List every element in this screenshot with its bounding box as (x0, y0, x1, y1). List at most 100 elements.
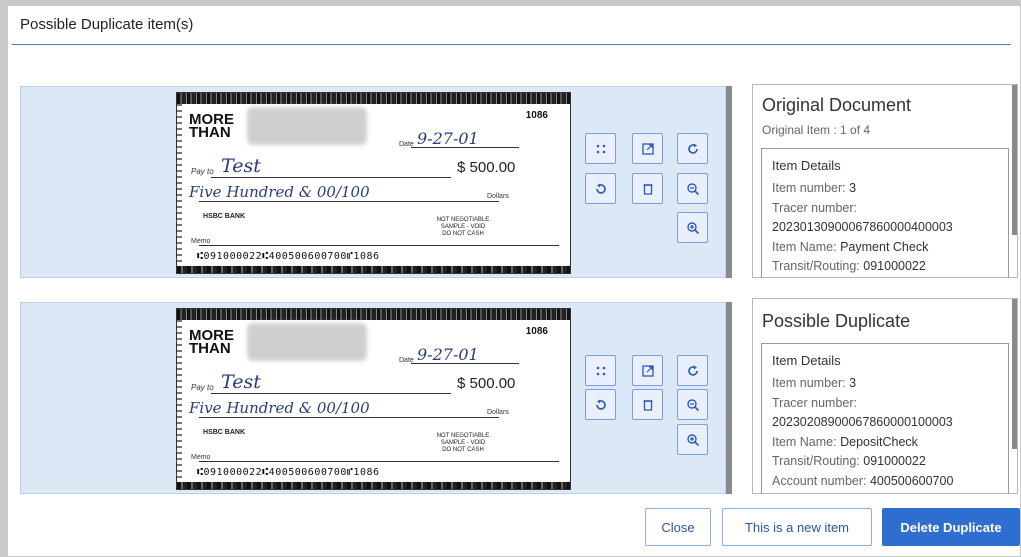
item-number-label: Item number: (772, 376, 846, 390)
rotate-left-icon (595, 399, 606, 410)
possible-duplicate-panel: Possible Duplicate Item Details Item num… (752, 298, 1018, 494)
original-row-scrollbar[interactable] (726, 86, 732, 278)
words-line (199, 417, 499, 418)
original-check-image: MORE THAN 1086 Date 9-27-01 Pay to Test … (176, 92, 571, 274)
zoom-out-button[interactable] (677, 389, 708, 420)
zoom-in-icon (686, 221, 699, 234)
check-logo: MORE THAN (189, 327, 234, 357)
item-number-label: Item number: (772, 181, 846, 195)
duplicate-panel-title: Possible Duplicate (762, 311, 911, 331)
duplicate-item-details: Item Details Item number: 3 Tracer numbe… (761, 343, 1009, 493)
open-icon (641, 142, 654, 155)
fit-icon (596, 144, 605, 153)
tracer-value: 20230208900067860000100003 (772, 415, 953, 429)
close-button[interactable]: Close (645, 508, 711, 546)
rotate-left-icon (595, 183, 606, 194)
original-panel-scrollbar[interactable] (1012, 85, 1017, 235)
duplicate-panel-scrollbar[interactable] (1012, 299, 1017, 449)
check-amount: $ 500.00 (457, 375, 516, 392)
routing-label: Transit/Routing: (772, 454, 860, 468)
payee-label: Pay to (191, 167, 214, 176)
check-amount: $ 500.00 (457, 159, 516, 176)
routing-row: Transit/Routing: 091000022 (762, 257, 1008, 277)
original-panel-title: Original Document (762, 95, 912, 115)
payee-line (211, 177, 451, 178)
account-label: Account number: (772, 473, 867, 488)
rotate-right-button[interactable] (677, 133, 708, 164)
check-payee: Test (221, 371, 261, 393)
void-stamp: NOT NEGOTIABLE SAMPLE - VOID DO NOT CASH (436, 217, 490, 237)
tracer-label: Tracer number: (772, 200, 857, 215)
delete-icon (643, 399, 652, 411)
check-logo: MORE THAN (189, 111, 234, 141)
rotate-left-button[interactable] (585, 173, 616, 204)
zoom-in-button[interactable] (677, 212, 708, 243)
check-number: 1086 (525, 110, 548, 121)
check-date: 9-27-01 (417, 129, 479, 148)
delete-page-button[interactable] (632, 389, 663, 420)
rotate-right-button[interactable] (677, 355, 708, 386)
memo-line (199, 461, 559, 462)
check-date: 9-27-01 (417, 345, 479, 364)
check-perforation (177, 320, 182, 482)
rotate-left-button[interactable] (585, 389, 616, 420)
check-perforation (177, 104, 182, 266)
open-button[interactable] (632, 355, 663, 386)
duplicate-row-scrollbar[interactable] (726, 302, 732, 494)
check-top-band (177, 93, 570, 104)
open-button[interactable] (632, 133, 663, 164)
zoom-out-button[interactable] (677, 173, 708, 204)
zoom-out-icon (686, 398, 699, 411)
check-payee: Test (221, 155, 261, 177)
payee-line (211, 393, 451, 394)
routing-value: 091000022 (863, 454, 926, 468)
check-top-band (177, 309, 570, 320)
zoom-out-icon (686, 182, 699, 195)
duplicate-check-image: MORE THAN 1086 Date 9-27-01 Pay to Test … (176, 308, 571, 490)
item-number-row: Item number: 3 (762, 374, 1008, 394)
tracer-value: 20230130900067860000400003 (772, 220, 953, 234)
item-name-value: Payment Check (840, 239, 929, 254)
account-value: 400500600700 (869, 473, 954, 488)
bank-name: HSBC BANK (203, 213, 245, 220)
tracer-label: Tracer number: (772, 395, 857, 410)
dialog-title: Possible Duplicate item(s) (20, 16, 194, 33)
words-line (199, 201, 499, 202)
routing-row: Transit/Routing: 091000022 (762, 452, 1008, 472)
check-number: 1086 (525, 326, 548, 337)
check-bottom-band (177, 266, 570, 273)
memo-line (199, 245, 559, 246)
account-row: Account number: 400500600700 (762, 472, 1008, 492)
item-name-label: Item Name: (772, 434, 837, 449)
rotate-right-icon (687, 365, 698, 376)
void-stamp: NOT NEGOTIABLE SAMPLE - VOID DO NOT CASH (436, 433, 490, 453)
fit-button[interactable] (585, 355, 616, 386)
item-name-row: Item Name: DepositCheck (762, 433, 1008, 453)
micr-line: ⑆091000022⑆400500600700⑈1086 (197, 251, 380, 262)
routing-value: 091000022 (863, 259, 926, 273)
original-document-panel: Original Document Original Item : 1 of 4… (752, 84, 1018, 278)
details-header: Item Details (772, 353, 841, 368)
title-divider (12, 44, 1011, 45)
zoom-in-button[interactable] (677, 424, 708, 455)
payee-label: Pay to (191, 383, 214, 392)
micr-line: ⑆091000022⑆400500600700⑈1086 (197, 467, 380, 478)
check-bottom-band (177, 482, 570, 489)
fit-icon (596, 366, 605, 375)
rotate-right-icon (687, 143, 698, 154)
zoom-in-icon (686, 433, 699, 446)
date-line (411, 363, 519, 364)
memo-label: Memo (191, 238, 211, 245)
duplicate-check-row: MORE THAN 1086 Date 9-27-01 Pay to Test … (20, 302, 726, 494)
bank-name: HSBC BANK (203, 429, 245, 436)
item-number-value: 3 (849, 376, 857, 390)
delete-page-button[interactable] (632, 173, 663, 204)
original-item-counter: Original Item : 1 of 4 (762, 123, 871, 137)
item-number-row: Item number: 3 (762, 179, 1008, 199)
open-icon (641, 364, 654, 377)
delete-duplicate-button[interactable]: Delete Duplicate (882, 508, 1020, 546)
fit-button[interactable] (585, 133, 616, 164)
dollars-label: Dollars (487, 193, 509, 200)
original-check-row: MORE THAN 1086 Date 9-27-01 Pay to Test … (20, 86, 726, 278)
new-item-button[interactable]: This is a new item (722, 508, 872, 546)
